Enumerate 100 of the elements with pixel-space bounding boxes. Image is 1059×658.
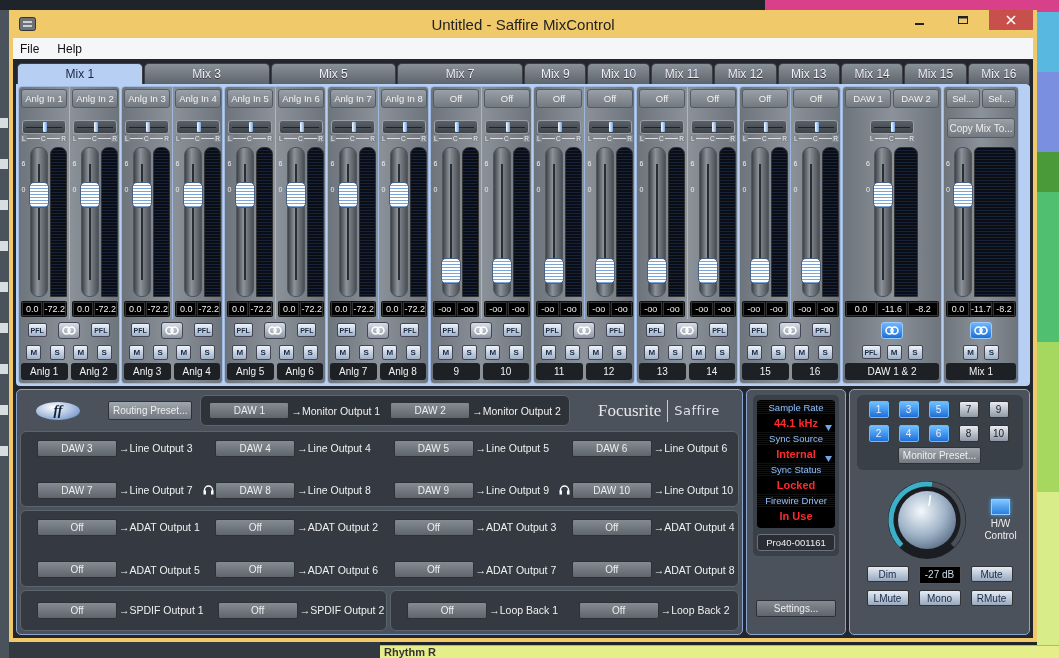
fader-thumb[interactable]	[749, 257, 770, 284]
fader[interactable]	[874, 147, 892, 297]
channel-solo-button[interactable]: S	[984, 344, 999, 360]
channel-mute-button[interactable]: M	[644, 344, 660, 360]
speaker-button[interactable]: 10	[988, 425, 1009, 442]
fader[interactable]	[492, 147, 511, 297]
fader[interactable]	[338, 147, 357, 297]
channel-mute-button[interactable]: M	[794, 344, 810, 360]
route-source-button[interactable]: Off	[571, 561, 652, 579]
channel-mute-button[interactable]: M	[26, 344, 42, 360]
fader[interactable]	[80, 147, 99, 297]
route-source-button[interactable]: DAW 5	[393, 439, 474, 457]
monitor-button[interactable]: Mono	[918, 590, 961, 606]
fader-thumb[interactable]	[131, 182, 152, 209]
route-source-button[interactable]: Off	[215, 518, 296, 536]
channel-mute-button[interactable]: M	[438, 344, 454, 360]
menu-item[interactable]: File	[20, 41, 40, 56]
channel-solo-button[interactable]: S	[255, 344, 271, 360]
fader-thumb[interactable]	[440, 257, 461, 284]
fader-thumb[interactable]	[543, 257, 564, 284]
mix-tab[interactable]: Mix 15	[904, 63, 967, 84]
route-source-button[interactable]: Off	[215, 561, 296, 579]
channel-mute-button[interactable]: M	[73, 344, 89, 360]
fader-thumb[interactable]	[79, 182, 100, 209]
route-source-button[interactable]: Off	[37, 601, 117, 619]
fader[interactable]	[389, 147, 408, 297]
channel-solo-button[interactable]: S	[564, 344, 580, 360]
channel-solo-button[interactable]: S	[152, 344, 168, 360]
channel-solo-button[interactable]: S	[49, 344, 65, 360]
channel-mute-button[interactable]: M	[232, 344, 248, 360]
pan-slider[interactable]	[537, 120, 581, 134]
pan-slider[interactable]	[176, 120, 220, 134]
route-source-button[interactable]: Off	[571, 518, 652, 536]
pan-slider[interactable]	[743, 120, 787, 134]
fader-thumb[interactable]	[28, 182, 49, 209]
channel-solo-button[interactable]: S	[358, 344, 374, 360]
route-source-button[interactable]: Off	[393, 518, 474, 536]
link-button[interactable]	[367, 321, 389, 339]
pan-slider[interactable]	[73, 120, 117, 134]
mix-tab[interactable]: Mix 12	[714, 63, 777, 84]
route-source-button[interactable]: DAW 7	[37, 481, 117, 499]
monitor-button[interactable]: Dim	[866, 566, 909, 582]
pan-slider[interactable]	[22, 120, 66, 134]
fader-thumb[interactable]	[234, 182, 255, 209]
fader-thumb[interactable]	[182, 182, 203, 209]
channel-mute-button[interactable]: M	[176, 344, 192, 360]
speaker-button[interactable]: 9	[988, 401, 1009, 418]
fader[interactable]	[441, 147, 460, 297]
pan-slider[interactable]	[331, 120, 375, 134]
fader-thumb[interactable]	[285, 182, 306, 209]
fader[interactable]	[132, 147, 151, 297]
monitor-button[interactable]: Mute	[970, 566, 1013, 582]
route-source-button[interactable]: DAW 10	[571, 481, 652, 499]
pan-slider[interactable]	[382, 120, 426, 134]
fader[interactable]	[647, 147, 666, 297]
route-source-button[interactable]: DAW 1	[209, 402, 290, 419]
fader-thumb[interactable]	[388, 182, 409, 209]
settings-button[interactable]: Settings...	[756, 600, 836, 617]
fader-thumb[interactable]	[491, 257, 512, 284]
pan-slider[interactable]	[794, 120, 838, 134]
pan-slider[interactable]	[125, 120, 169, 134]
channel-solo-button[interactable]: S	[405, 344, 421, 360]
mix-tab[interactable]: Mix 7	[397, 63, 524, 84]
link-button[interactable]	[264, 321, 286, 339]
route-source-button[interactable]: Off	[407, 601, 488, 619]
link-button[interactable]	[676, 321, 698, 339]
fader-thumb[interactable]	[337, 182, 358, 209]
fader[interactable]	[954, 147, 972, 297]
status-value[interactable]: Internal	[776, 448, 816, 460]
pan-slider[interactable]	[691, 120, 735, 134]
mix-tab[interactable]: Mix 13	[777, 63, 840, 84]
mix-tab[interactable]: Mix 1	[17, 63, 143, 84]
link-button[interactable]	[161, 321, 183, 339]
status-value[interactable]: 44.1 kHz	[774, 417, 818, 429]
fader[interactable]	[544, 147, 563, 297]
fader[interactable]	[595, 147, 614, 297]
channel-mute-button[interactable]: M	[382, 344, 398, 360]
fader[interactable]	[183, 147, 202, 297]
pan-slider[interactable]	[485, 120, 529, 134]
link-button[interactable]	[573, 321, 595, 339]
channel-mute-button[interactable]: M	[279, 344, 295, 360]
route-source-button[interactable]: Off	[393, 561, 474, 579]
fader[interactable]	[286, 147, 305, 297]
fader[interactable]	[29, 147, 48, 297]
route-source-button[interactable]: DAW 2	[390, 402, 471, 419]
route-source-button[interactable]: Off	[578, 601, 659, 619]
fader-thumb[interactable]	[873, 182, 893, 209]
channel-mute-button[interactable]: M	[129, 344, 145, 360]
speaker-button[interactable]: 7	[958, 401, 979, 418]
pan-slider[interactable]	[870, 120, 914, 134]
menu-item[interactable]: Help	[57, 41, 83, 56]
route-source-button[interactable]: DAW 6	[571, 439, 652, 457]
monitor-button[interactable]: LMute	[866, 590, 909, 606]
fader[interactable]	[750, 147, 769, 297]
route-source-button[interactable]: DAW 3	[37, 439, 117, 457]
pan-slider[interactable]	[588, 120, 632, 134]
fader[interactable]	[698, 147, 717, 297]
fader-thumb[interactable]	[800, 257, 821, 284]
channel-solo-button[interactable]: S	[817, 344, 833, 360]
route-source-button[interactable]: Off	[37, 518, 117, 536]
